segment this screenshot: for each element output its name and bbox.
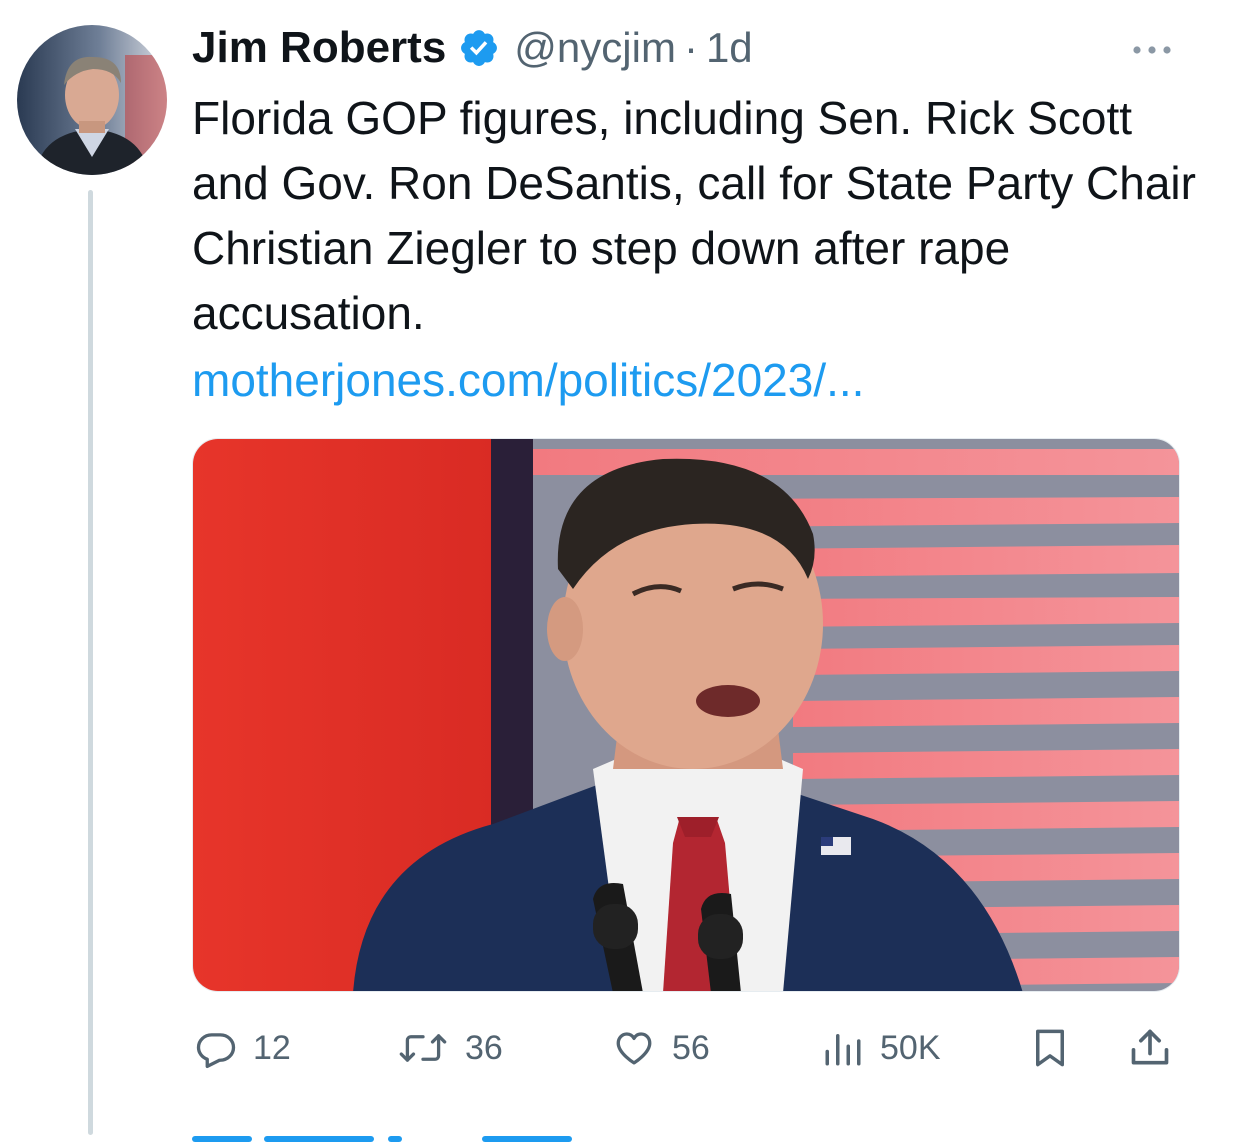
analytics-icon: [825, 1034, 861, 1066]
reply-count: 12: [253, 1028, 291, 1067]
timestamp[interactable]: 1d: [706, 24, 753, 72]
heart-icon: [616, 1032, 652, 1065]
like-count: 56: [672, 1028, 710, 1067]
retweet-button[interactable]: 36: [397, 1018, 503, 1078]
next-item-peek: [192, 1128, 592, 1142]
tweet-link[interactable]: motherjones.com/politics/2023/...: [192, 348, 864, 413]
bookmark-button[interactable]: [1029, 1018, 1071, 1078]
like-button[interactable]: 56: [612, 1018, 710, 1078]
retweet-count: 36: [465, 1028, 503, 1067]
tweet[interactable]: Jim Roberts @nycjim · 1d Florida GOP fig…: [0, 0, 1241, 1142]
verified-badge-icon: [461, 30, 498, 66]
views-button[interactable]: 50K: [822, 1018, 941, 1078]
photo-image: [193, 439, 1179, 991]
separator-dot: ·: [683, 24, 698, 71]
avatar-image: [17, 25, 167, 175]
tweet-media-photo[interactable]: [192, 438, 1180, 992]
retweet-icon: [399, 1034, 447, 1062]
display-name[interactable]: Jim Roberts: [192, 23, 446, 73]
tweet-actions: 12 36 56 50K: [0, 1018, 1241, 1078]
reply-button[interactable]: 12: [195, 1018, 291, 1078]
tweet-header: Jim Roberts @nycjim · 1d: [192, 22, 753, 74]
avatar[interactable]: [17, 25, 167, 175]
tweet-text: Florida GOP figures, including Sen. Rick…: [192, 92, 1196, 339]
share-button[interactable]: [1128, 1018, 1172, 1078]
handle[interactable]: @nycjim: [514, 24, 676, 72]
share-icon: [1131, 1029, 1169, 1065]
views-count: 50K: [880, 1028, 941, 1067]
more-options-icon[interactable]: [1128, 28, 1176, 68]
thread-line: [88, 190, 93, 1135]
bookmark-icon: [1036, 1029, 1064, 1067]
reply-icon: [196, 1033, 236, 1069]
